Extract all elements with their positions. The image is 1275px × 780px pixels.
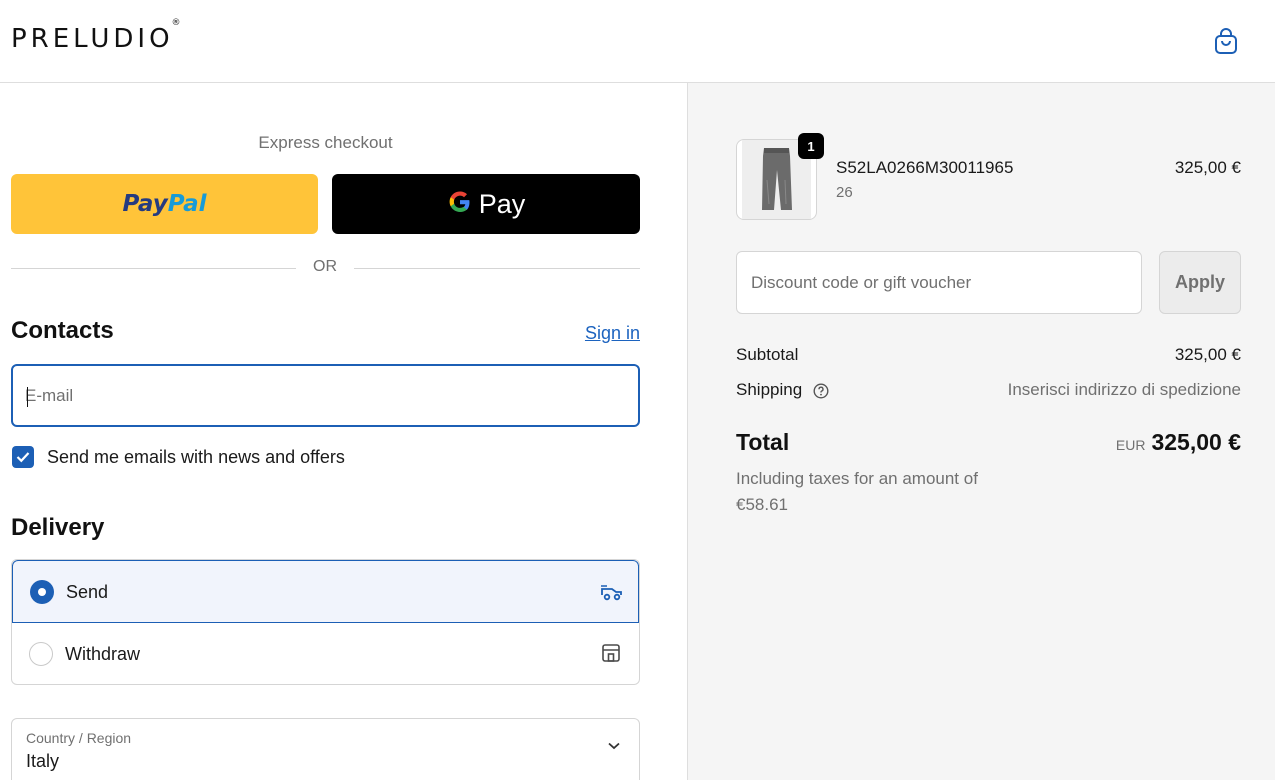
- email-input[interactable]: [25, 366, 625, 425]
- delivery-truck-icon: [600, 580, 624, 604]
- store-icon: [599, 641, 623, 665]
- send-label: Send: [66, 582, 109, 602]
- shopping-bag-icon: [1215, 28, 1237, 54]
- country-select[interactable]: Country / Region Italy: [11, 718, 640, 780]
- or-divider-text: OR: [313, 258, 337, 275]
- sign-in-link[interactable]: Sign in: [560, 323, 640, 344]
- quantity-badge: 1: [798, 133, 824, 159]
- delivery-title: Delivery: [11, 514, 105, 541]
- apply-button[interactable]: Apply: [1159, 251, 1241, 314]
- checkmark-icon: [16, 452, 30, 463]
- product-name: S52LA0266M30011965: [836, 158, 1014, 177]
- discount-field[interactable]: [736, 251, 1142, 314]
- shipping-value: Inserisci indirizzo di spedizione: [1007, 380, 1241, 399]
- newsletter-checkbox[interactable]: [12, 446, 34, 468]
- send-radio[interactable]: [30, 580, 54, 604]
- google-pay-button[interactable]: Pay: [332, 174, 640, 234]
- delivery-option-send[interactable]: Send: [12, 560, 639, 623]
- chevron-down-icon: [608, 742, 620, 750]
- contacts-title: Contacts: [11, 317, 114, 344]
- discount-input[interactable]: [751, 252, 1131, 313]
- email-field[interactable]: [11, 364, 640, 427]
- brand-logo[interactable]: PRELUDIO®: [11, 18, 183, 54]
- withdraw-label: Withdraw: [65, 644, 141, 664]
- product-variant: 26: [836, 184, 853, 201]
- paypal-button[interactable]: PayPal: [11, 174, 318, 234]
- subtotal-label: Subtotal: [736, 345, 799, 364]
- header: PRELUDIO®: [0, 0, 1275, 83]
- shipping-row: Shipping: [736, 380, 829, 400]
- country-label: Country / Region: [26, 730, 132, 746]
- country-value: Italy: [26, 751, 60, 771]
- cart-button[interactable]: [1210, 24, 1242, 58]
- withdraw-radio[interactable]: [29, 642, 53, 666]
- newsletter-label[interactable]: Send me emails with news and offers: [47, 447, 345, 468]
- tax-note: Including taxes for an amount of €58.61: [736, 469, 978, 514]
- text-caret: [27, 387, 28, 407]
- divider: [354, 268, 640, 269]
- paypal-logo: PayPal: [122, 191, 207, 217]
- divider: [11, 268, 296, 269]
- help-icon[interactable]: [813, 383, 829, 399]
- product-price: 325,00 €: [1174, 158, 1241, 177]
- subtotal-value: 325,00 €: [1174, 345, 1241, 364]
- total-amount: EUR 325,00 €: [1000, 429, 1241, 456]
- delivery-options: Send Withdraw: [11, 559, 640, 685]
- shipping-label: Shipping: [736, 380, 803, 399]
- total-label: Total: [736, 429, 790, 455]
- total-value: 325,00 €: [1151, 429, 1241, 455]
- google-g-icon: [447, 189, 473, 220]
- delivery-option-withdraw[interactable]: Withdraw: [12, 623, 639, 684]
- express-checkout-title: Express checkout: [258, 133, 393, 152]
- total-currency: EUR: [1115, 437, 1146, 453]
- google-pay-label: Pay: [478, 188, 526, 219]
